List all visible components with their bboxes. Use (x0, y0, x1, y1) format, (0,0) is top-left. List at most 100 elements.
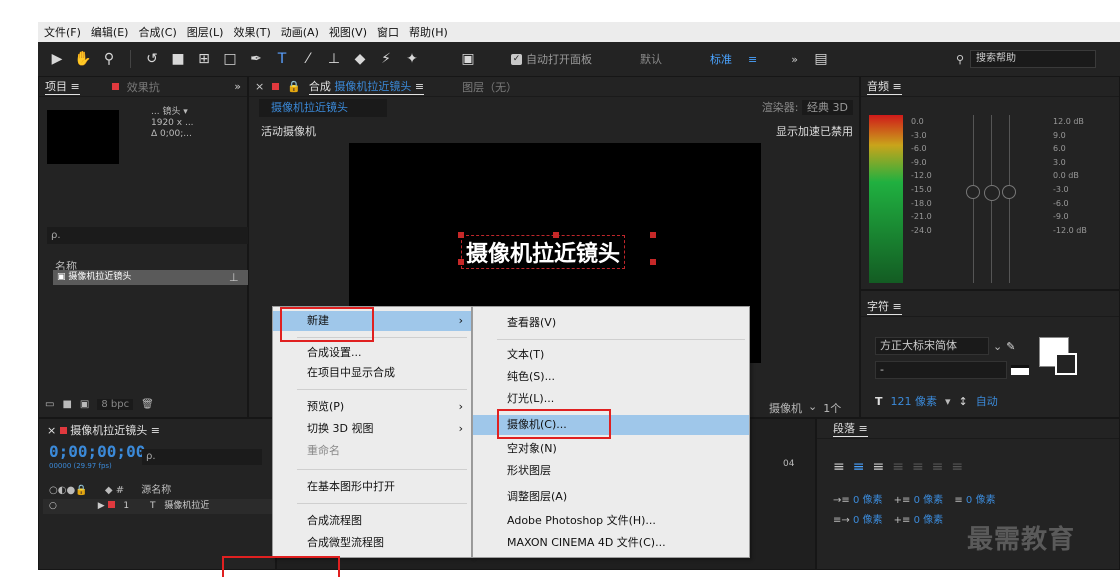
space-after-value[interactable]: 0 像素 (914, 515, 944, 526)
views-select[interactable]: 1个 (823, 400, 841, 416)
indent-left-value[interactable]: 0 像素 (853, 495, 883, 506)
audio-slider-knob[interactable] (1002, 185, 1016, 199)
project-search-input[interactable]: ρ. (47, 227, 275, 244)
av-features-icon[interactable]: ○◐●🔒 (49, 485, 88, 496)
zoom-tool-icon[interactable]: ⚲ (100, 51, 118, 67)
lock-icon[interactable]: 🔒 (287, 80, 301, 93)
rectangle-tool-icon[interactable]: □ (221, 51, 239, 67)
workspace-standard[interactable]: 标准 (710, 51, 732, 67)
font-family-select[interactable]: 方正大标宋简体 (875, 337, 989, 355)
indent-first-value[interactable]: 0 像素 (966, 495, 996, 506)
submenu-item-cinema4d-file[interactable]: MAXON CINEMA 4D 文件(C)... (473, 533, 749, 553)
eraser-tool-icon[interactable]: ◆ (351, 51, 369, 67)
hand-tool-icon[interactable]: ✋ (74, 51, 92, 67)
menu-item-comp-mini-flowchart[interactable]: 合成微型流程图 (273, 533, 471, 553)
tab-project[interactable]: 项目 ≡ (45, 78, 80, 95)
justify-all-icon[interactable]: ≡ (951, 459, 963, 475)
tab-audio[interactable]: 音频 ≡ (867, 78, 902, 95)
comp-title-text[interactable]: 摄像机拉近镜头 (461, 235, 626, 269)
trash-icon[interactable]: 🗑 (141, 399, 154, 410)
submenu-item-null-object[interactable]: 空对象(N) (473, 439, 749, 459)
camera-tool-icon[interactable]: ■ (169, 51, 187, 67)
menu-item-reveal-in-project[interactable]: 在项目中显示合成 (273, 363, 471, 383)
comp-navigator-chip[interactable]: 摄像机拉近镜头 (259, 99, 387, 117)
tab-character[interactable]: 字符 ≡ (867, 298, 902, 315)
align-right-icon[interactable]: ≡ (872, 459, 884, 475)
layer-visibility-icon[interactable]: ○ (49, 501, 57, 511)
stroke-color-swatch[interactable] (1055, 353, 1077, 375)
menu-item-comp-flowchart[interactable]: 合成流程图 (273, 511, 471, 531)
panel-toggle-icon[interactable]: ▣ (459, 51, 477, 67)
renderer-control[interactable]: 渲染器: 经典 3D (762, 99, 853, 115)
eyedropper-icon[interactable]: ✎ (1006, 340, 1015, 353)
sync-settings-icon[interactable]: ▤ (812, 51, 830, 67)
renderer-value[interactable]: 经典 3D (802, 100, 853, 115)
font-size-value[interactable]: 121 像素 (891, 393, 938, 409)
justify-left-icon[interactable]: ≡ (892, 459, 904, 475)
menu-help[interactable]: 帮助(H) (409, 24, 448, 40)
submenu-item-photoshop-file[interactable]: Adobe Photoshop 文件(H)... (473, 511, 749, 531)
current-timecode[interactable]: 0;00;00;00 (49, 442, 145, 461)
indent-right-value[interactable]: 0 像素 (853, 515, 883, 526)
layer-name[interactable]: 摄像机拉近 (164, 501, 209, 511)
menu-layer[interactable]: 图层(L) (187, 24, 224, 40)
space-before-value[interactable]: 0 像素 (914, 495, 944, 506)
font-style-select[interactable]: - (875, 361, 1007, 379)
transform-handle[interactable] (458, 259, 464, 265)
source-name-header[interactable]: 源名称 (141, 485, 171, 496)
pan-behind-tool-icon[interactable]: ⊞ (195, 51, 213, 67)
camera-select[interactable]: 摄像机 (769, 400, 802, 416)
flowchart-icon[interactable]: ⊥ (229, 271, 239, 284)
workspace-expand-icon[interactable]: » (791, 53, 798, 66)
menu-item-switch-3d-view[interactable]: 切换 3D 视图 › (273, 419, 471, 439)
align-left-icon[interactable]: ≡ (833, 459, 845, 475)
menu-edit[interactable]: 编辑(E) (91, 24, 129, 40)
tab-effects[interactable]: 效果抗 (127, 79, 160, 95)
leading-value[interactable]: 自动 (976, 393, 998, 409)
align-center-icon[interactable]: ≡ (853, 459, 865, 475)
auto-open-panel-checkbox[interactable]: ✓ 自动打开面板 (511, 51, 592, 67)
pen-tool-icon[interactable]: ✒ (247, 51, 265, 67)
justify-right-icon[interactable]: ≡ (932, 459, 944, 475)
timeline-tab[interactable]: × 摄像机拉近镜头 ≡ (47, 422, 160, 438)
close-tab-icon[interactable]: × (255, 80, 264, 93)
menu-item-open-essential-graphics[interactable]: 在基本图形中打开 (273, 477, 471, 497)
menu-item-comp-settings[interactable]: 合成设置... (273, 343, 471, 363)
menu-animation[interactable]: 动画(A) (281, 24, 319, 40)
bpc-button[interactable]: 8 bpc (97, 399, 134, 410)
submenu-item-adjustment-layer[interactable]: 调整图层(A) (473, 487, 749, 507)
timeline-search-input[interactable]: ρ. (142, 449, 262, 465)
label-column-icon[interactable]: ◆ # (105, 485, 124, 496)
menu-view[interactable]: 视图(V) (329, 24, 367, 40)
transform-handle[interactable] (650, 259, 656, 265)
new-comp-icon[interactable]: ▣ (80, 399, 89, 410)
layer-row[interactable]: ○ ▶ 1 T 摄像机拉近 (43, 499, 275, 514)
help-search-input[interactable]: 搜索帮助 (970, 50, 1096, 68)
transform-handle[interactable] (650, 232, 656, 238)
submenu-item-solid[interactable]: 纯色(S)... (473, 367, 749, 387)
swap-colors-icon[interactable] (1011, 365, 1029, 375)
menu-composition[interactable]: 合成(C) (138, 24, 176, 40)
help-search[interactable]: ⚲ 搜索帮助 (956, 50, 1096, 68)
workspace-default[interactable]: 默认 (640, 51, 662, 67)
submenu-item-shape-layer[interactable]: 形状图层 (473, 461, 749, 481)
justify-center-icon[interactable]: ≡ (912, 459, 924, 475)
timeline-close-icon[interactable]: × (47, 424, 60, 437)
menu-item-preview[interactable]: 预览(P) › (273, 397, 471, 417)
submenu-item-viewer[interactable]: 查看器(V) (473, 313, 749, 333)
font-size-chevron-icon[interactable]: ▾ (945, 395, 951, 408)
submenu-item-text[interactable]: 文本(T) (473, 345, 749, 365)
transform-handle[interactable] (553, 232, 559, 238)
tab-composition[interactable]: 合成 摄像机拉近镜头 ≡ (308, 78, 425, 95)
selection-tool-icon[interactable]: ▶ (48, 51, 66, 67)
camera-select-chevron-icon[interactable]: ⌄ (808, 400, 817, 416)
workspace-menu-icon[interactable]: ≡ (748, 53, 757, 66)
roto-brush-tool-icon[interactable]: ⚡ (377, 51, 395, 67)
tab-layer[interactable]: 图层（无） (462, 79, 517, 95)
menu-file[interactable]: 文件(F) (44, 24, 81, 40)
tab-paragraph[interactable]: 段落 ≡ (833, 420, 868, 437)
type-tool-icon[interactable]: T (273, 51, 291, 67)
layer-color-label[interactable] (107, 501, 115, 508)
rotate-tool-icon[interactable]: ↺ (143, 51, 161, 67)
interpret-footage-icon[interactable]: ▭ (45, 399, 54, 410)
